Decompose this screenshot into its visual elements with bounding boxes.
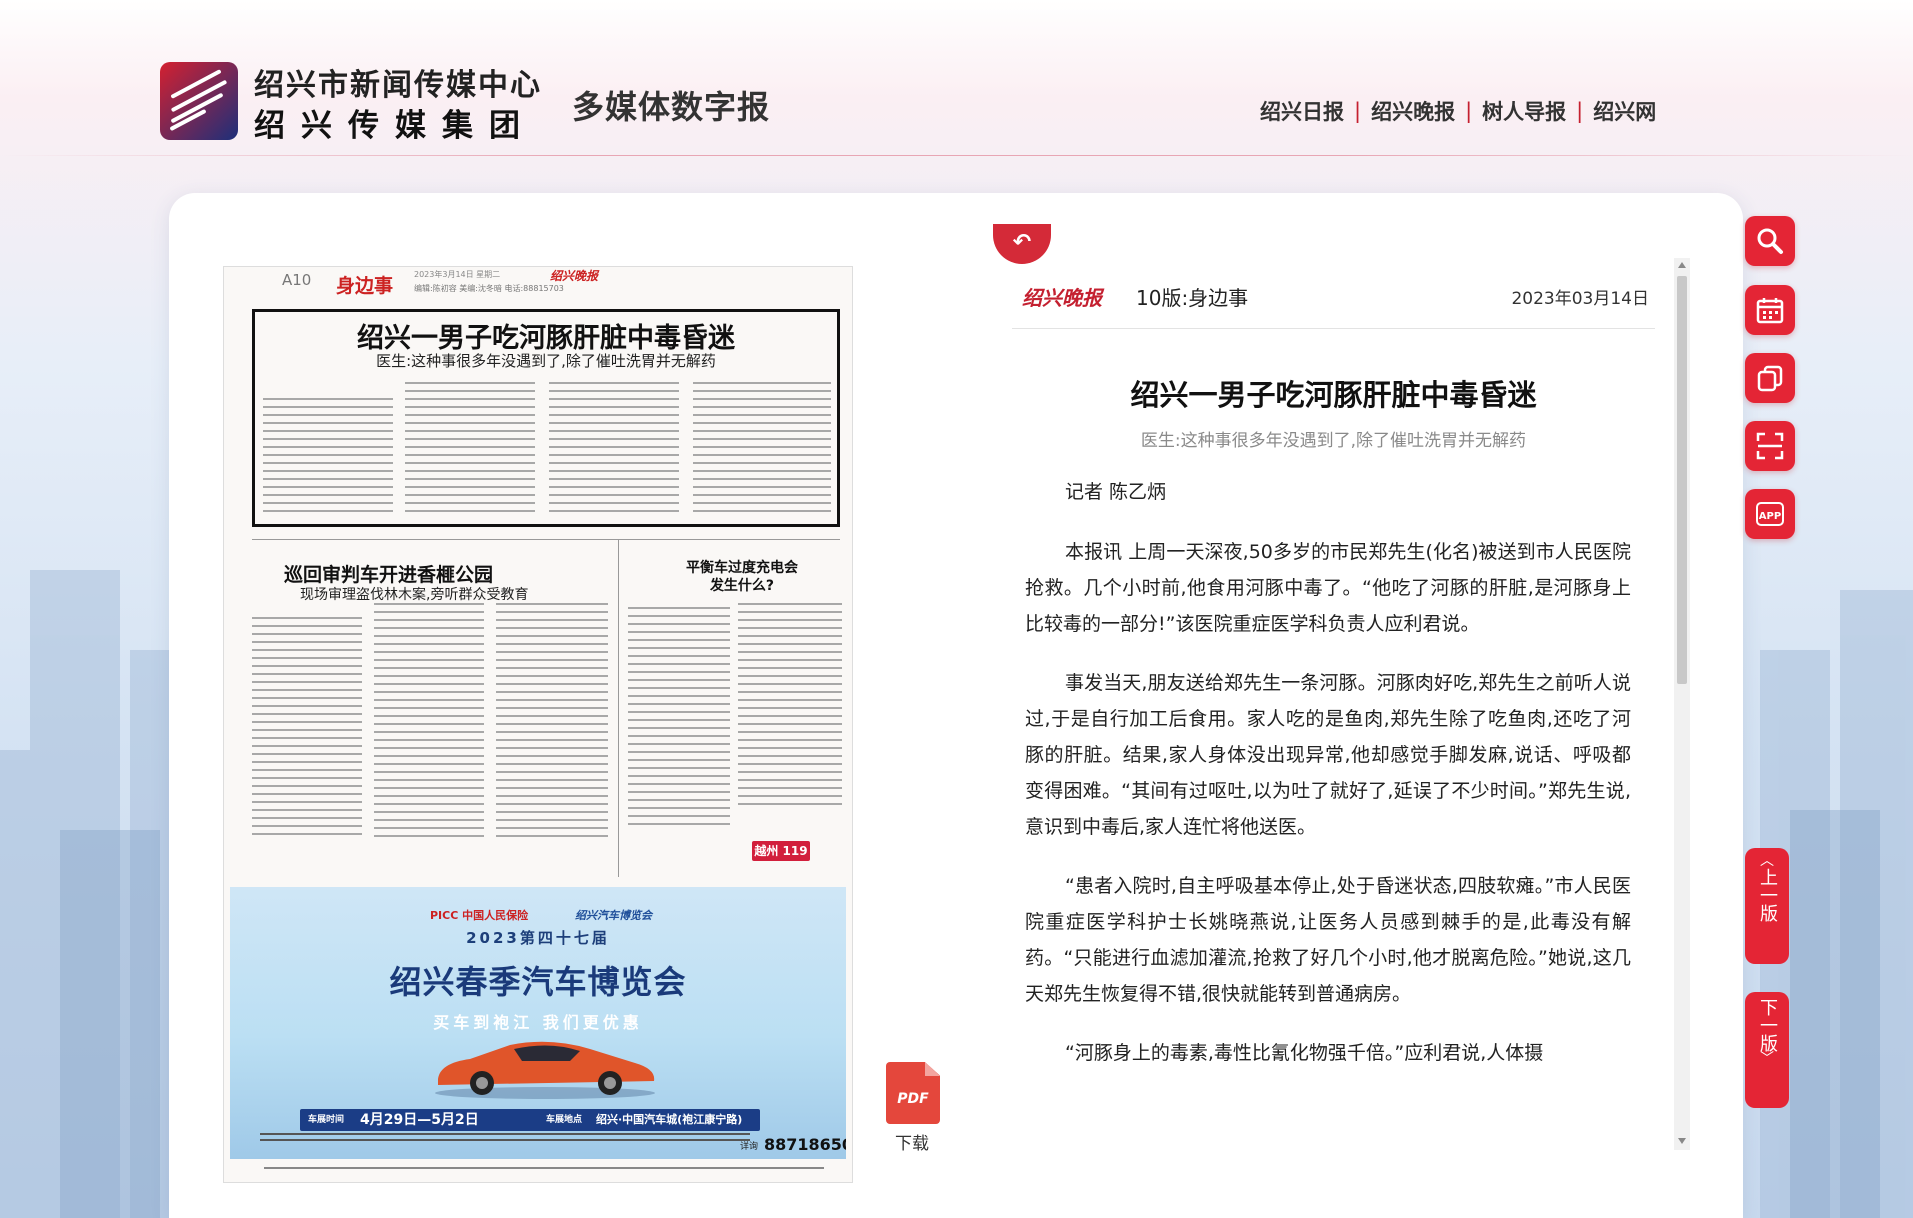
nav-link-shaoxing-net[interactable]: 绍兴网 (1593, 96, 1656, 126)
nav-separator: | (1354, 99, 1362, 123)
ad-dates-bar: 车展时间 4月29日—5月2日 车展地点 绍兴·中国汽车城(袍江康宁路) (300, 1109, 760, 1131)
article-block-hotspot[interactable]: 绍兴一男子吃河豚肝脏中毒昏迷 医生:这种事很多年没遇到了,除了催吐洗胃并无解药 (252, 309, 840, 527)
ad-brand-expo: 绍兴汽车博览会 (575, 909, 652, 922)
prev-page-label: 上一版 (1757, 868, 1778, 922)
ad-fineprint (260, 1139, 750, 1141)
text-column (496, 603, 608, 843)
text-column (549, 382, 679, 518)
page-article3-title: 平衡车过度充电会发生什么? (686, 560, 798, 594)
page-section: 身边事 (336, 275, 394, 297)
prev-page-button[interactable]: ︿ 上一版 (1745, 848, 1789, 964)
app-icon: APP (1756, 502, 1784, 526)
auto-expo-ad: PICC 中国人民保险 绍兴汽车博览会 2023第四十七届 绍兴春季汽车博览会 … (230, 887, 846, 1159)
divider (252, 539, 840, 540)
yuezhou-119-sticker: 越州 119 (752, 841, 810, 861)
article-scrollbar[interactable] (1674, 258, 1690, 1150)
page-article2-subtitle: 现场审理盗伐林木案,旁听群众受教育 (300, 587, 529, 603)
next-page-button[interactable]: 下一版 ﹀ (1745, 992, 1789, 1108)
back-arrow-icon: ↶ (1012, 230, 1032, 255)
calendar-button[interactable] (1745, 285, 1795, 335)
newspaper-page-image[interactable]: A10 身边事 2023年3月14日 星期二 绍兴晚报 编辑:陈初容 美编:沈冬… (223, 266, 853, 1183)
article-paragraph: 事发当天,朋友送给郑先生一条河豚。河豚肉好吃,郑先生之前听人说过,于是自行加工后… (1025, 672, 1631, 838)
ad-brand-picc: PICC 中国人民保险 (430, 909, 529, 922)
back-button[interactable]: ↶ (993, 224, 1051, 264)
ad-year-line: 2023第四十七届 (466, 929, 610, 947)
text-column (405, 382, 535, 518)
ad-phone: 88718650 (764, 1135, 846, 1154)
page-article2-title: 巡回审判车开进香榧公园 (284, 564, 494, 586)
page-footer-rule (264, 1167, 824, 1169)
paper-logo: 绍兴晚报 (1022, 286, 1102, 310)
scroll-up-arrow-icon[interactable] (1678, 262, 1686, 268)
search-icon (1757, 228, 1783, 254)
article-subtitle: 医生:这种事很多年没遇到了,除了催吐洗胃并无解药 (1140, 431, 1527, 451)
page-editor-line: 编辑:陈初容 美编:沈冬暗 电话:88815703 (414, 284, 564, 293)
ad-dates: 4月29日—5月2日 (360, 1112, 479, 1128)
nav-link-shaoxing-daily[interactable]: 绍兴日报 (1260, 96, 1344, 126)
text-column (374, 603, 484, 843)
site-header: 绍兴市新闻传媒中心 绍兴传媒集团 多媒体数字报 绍兴日报 | 绍兴晚报 | 树人… (0, 0, 1913, 160)
ad-phone-label: 详询 (740, 1142, 759, 1152)
chevron-down-icon: ﹀ (1760, 1051, 1774, 1067)
search-button[interactable] (1745, 216, 1795, 266)
page-date: 2023年3月14日 星期二 (414, 270, 501, 279)
scan-icon (1756, 432, 1784, 460)
edition-label: 10版:身边事 (1136, 286, 1249, 310)
text-column (738, 603, 842, 811)
text-column (252, 617, 362, 841)
calendar-icon (1756, 298, 1784, 324)
article-paragraph: 本报讯 上周一天深夜,50多岁的市民郑先生(化名)被送到市人民医院抢救。几个小时… (1025, 541, 1631, 635)
ad-venue-label: 车展地点 (546, 1115, 583, 1125)
text-column (628, 607, 730, 831)
org-name-line2: 绍兴传媒集团 (254, 108, 536, 144)
app-title: 多媒体数字报 (572, 88, 771, 126)
top-nav: 绍兴日报 | 绍兴晚报 | 树人导报 | 绍兴网 (1260, 96, 1656, 126)
ad-fineprint (260, 1133, 750, 1135)
article-paragraph: “河豚身上的毒素,毒性比氰化物强千倍。”应利君说,人体摄 (1065, 1042, 1544, 1064)
app-icon-label: APP (1759, 511, 1781, 522)
copy-icon (1757, 365, 1783, 392)
nav-link-shaoxing-evening[interactable]: 绍兴晚报 (1371, 96, 1455, 126)
pdf-download-label[interactable]: 下载 (895, 1129, 929, 1154)
nav-separator: | (1576, 99, 1584, 123)
car-illustration (435, 1041, 655, 1099)
app-button[interactable]: APP (1745, 489, 1795, 539)
copy-button[interactable] (1745, 353, 1795, 403)
scrollbar-thumb[interactable] (1677, 276, 1687, 684)
article-byline: 记者 陈乙炳 (1065, 481, 1167, 503)
ad-venue: 绍兴·中国汽车城(袍江康宁路) (596, 1113, 743, 1126)
nav-separator: | (1465, 99, 1473, 123)
text-column (263, 398, 393, 518)
page-number: A10 (282, 271, 312, 289)
page-masthead: 绍兴晚报 (550, 269, 599, 283)
article-body: 记者 陈乙炳 本报讯 上周一天深夜,50多岁的市民郑先生(化名)被送到市人民医院… (1025, 474, 1631, 1164)
nav-link-shuren-guide[interactable]: 树人导报 (1482, 96, 1566, 126)
text-column (693, 382, 831, 518)
ad-dates-label: 车展时间 (308, 1115, 345, 1125)
org-name-line1: 绍兴市新闻传媒中心 (254, 68, 542, 103)
page-subhead: 医生:这种事很多年没遇到了,除了催吐洗胃并无解药 (376, 352, 716, 370)
article-date: 2023年03月14日 (1511, 289, 1649, 309)
scan-button[interactable] (1745, 421, 1795, 471)
article-header: 绍兴晚报 10版:身边事 2023年03月14日 (1012, 266, 1655, 329)
article-paragraph: “患者入院时,自主呼吸基本停止,处于昏迷状态,四肢软瘫。”市人民医院重症医学科护… (1025, 875, 1631, 1005)
scroll-down-arrow-icon[interactable] (1678, 1138, 1686, 1144)
ad-title: 绍兴春季汽车博览会 (389, 963, 687, 1001)
next-page-label: 下一版 (1757, 998, 1778, 1052)
header-divider (0, 155, 1913, 156)
article-title: 绍兴一男子吃河豚肝脏中毒昏迷 (1130, 378, 1537, 412)
chevron-up-icon: ︿ (1760, 853, 1774, 869)
media-group-logo[interactable] (160, 62, 238, 140)
divider (618, 539, 619, 877)
ad-slogan: 买车到袍江 我们更优惠 (433, 1013, 643, 1032)
